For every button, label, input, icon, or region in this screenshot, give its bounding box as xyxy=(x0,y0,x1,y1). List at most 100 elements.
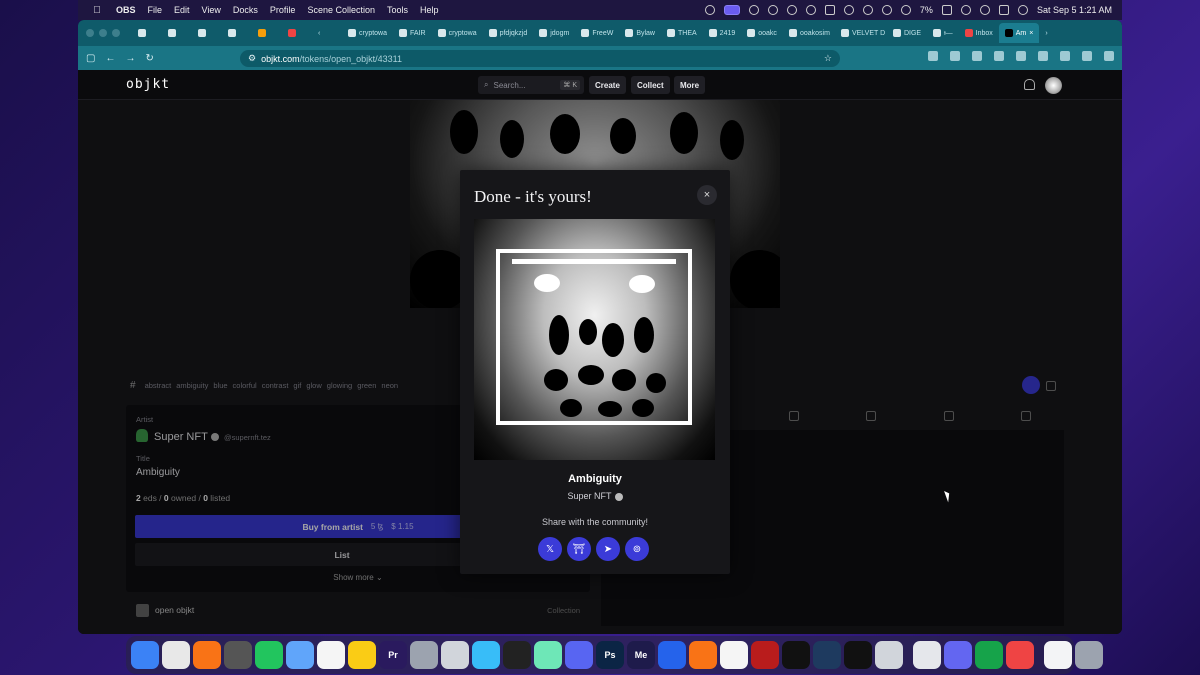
menu-app-name[interactable]: OBS xyxy=(116,5,136,15)
messages-icon[interactable] xyxy=(255,641,283,669)
browser-tab[interactable]: VELVET D xyxy=(835,23,887,43)
close-icon[interactable]: × xyxy=(697,185,717,205)
browser-tab[interactable]: cryptowa xyxy=(342,23,393,43)
browser-tab[interactable]: pfdjqkzjd xyxy=(483,23,534,43)
status-icon[interactable] xyxy=(805,5,816,15)
avatar[interactable] xyxy=(1045,77,1062,94)
preview-icon[interactable] xyxy=(286,641,314,669)
modal-token-artist[interactable]: Super NFT xyxy=(460,491,730,501)
pinned-tab[interactable] xyxy=(282,23,312,43)
launchpad-icon[interactable] xyxy=(224,641,252,669)
screen-record-icon[interactable] xyxy=(723,5,740,15)
menu-view[interactable]: View xyxy=(202,5,221,15)
finder-icon[interactable] xyxy=(131,641,159,669)
clock[interactable]: Sat Sep 5 1:21 AM xyxy=(1037,5,1112,15)
bell-icon[interactable] xyxy=(1024,79,1035,90)
menu-help[interactable]: Help xyxy=(420,5,439,15)
extension-icon[interactable] xyxy=(994,51,1004,61)
zoom-window-button[interactable] xyxy=(112,29,120,37)
menu-scene-collection[interactable]: Scene Collection xyxy=(307,5,375,15)
status-icon[interactable] xyxy=(900,5,911,15)
user-icon[interactable] xyxy=(881,5,892,15)
share-other-button[interactable]: ⊚ xyxy=(625,537,649,561)
minimize-window-button[interactable] xyxy=(99,29,107,37)
reminders-icon[interactable] xyxy=(317,641,345,669)
pinned-tab[interactable] xyxy=(252,23,282,43)
spotify-icon[interactable] xyxy=(975,641,1003,669)
sparkle-icon[interactable] xyxy=(689,641,717,669)
filezilla-icon[interactable] xyxy=(751,641,779,669)
pinned-tab[interactable] xyxy=(132,23,162,43)
close-tab-icon[interactable]: × xyxy=(1029,30,1033,37)
menu-icon[interactable] xyxy=(1104,51,1114,61)
settings-icon[interactable] xyxy=(410,641,438,669)
status-icon[interactable] xyxy=(824,5,835,15)
share-telegram-button[interactable]: ➤ xyxy=(596,537,620,561)
close-window-button[interactable] xyxy=(86,29,94,37)
browser-tab[interactable]: DIGE xyxy=(887,23,927,43)
more-button[interactable]: More xyxy=(674,76,706,94)
reload-icon[interactable]: ↻ xyxy=(145,53,153,64)
browser-tab[interactable]: Inbox xyxy=(959,23,999,43)
photoshop-icon[interactable]: Ps xyxy=(596,641,624,669)
site-logo[interactable]: objkt xyxy=(126,77,170,92)
status-icon[interactable] xyxy=(843,5,854,15)
lists-icon[interactable] xyxy=(944,641,972,669)
wifi-icon[interactable] xyxy=(960,5,971,15)
chatgpt-icon[interactable] xyxy=(720,641,748,669)
installer-icon[interactable] xyxy=(913,641,941,669)
siri-icon[interactable] xyxy=(1017,5,1028,15)
status-icon[interactable] xyxy=(704,5,715,15)
pinned-tab[interactable] xyxy=(162,23,192,43)
extension-icon[interactable] xyxy=(1038,51,1048,61)
extension-icon[interactable] xyxy=(1016,51,1026,61)
browser-tab[interactable]: jdogm xyxy=(533,23,575,43)
status-icon[interactable] xyxy=(786,5,797,15)
search-input[interactable]: ⌕ Search... ⌘ K xyxy=(478,76,584,94)
tab-scroll-left[interactable]: ‹ xyxy=(312,23,342,43)
menu-edit[interactable]: Edit xyxy=(174,5,190,15)
steam-icon[interactable] xyxy=(813,641,841,669)
activity-monitor-icon[interactable] xyxy=(844,641,872,669)
chrome-icon[interactable] xyxy=(162,641,190,669)
browser-tab[interactable]: ooakosim xyxy=(783,23,835,43)
control-center-icon[interactable] xyxy=(998,5,1009,15)
terminal-icon[interactable] xyxy=(782,641,810,669)
media-encoder-icon[interactable]: Me xyxy=(627,641,655,669)
site-info-icon[interactable]: ⚙ xyxy=(248,53,256,64)
backup-icon[interactable] xyxy=(875,641,903,669)
browser-tab[interactable]: ᵻ— xyxy=(927,23,959,43)
cloud-icon[interactable] xyxy=(748,5,759,15)
extension-icon[interactable] xyxy=(1060,51,1070,61)
status-icon[interactable] xyxy=(767,5,778,15)
apple-icon[interactable]:  xyxy=(90,5,104,16)
document-icon[interactable] xyxy=(1044,641,1072,669)
menu-docks[interactable]: Docks xyxy=(233,5,258,15)
menu-file[interactable]: File xyxy=(148,5,163,15)
extension-icon[interactable] xyxy=(972,51,982,61)
bookmark-star-icon[interactable]: ☆ xyxy=(824,53,832,64)
discord-icon[interactable] xyxy=(565,641,593,669)
extension-icon[interactable] xyxy=(950,51,960,61)
share-torii-button[interactable]: ⛩ xyxy=(567,537,591,561)
pinned-tab[interactable] xyxy=(192,23,222,43)
url-bar[interactable]: ⚙ objkt.com/tokens/open_objkt/43311 ☆ xyxy=(240,50,840,67)
menu-profile[interactable]: Profile xyxy=(270,5,296,15)
creative-cloud-icon[interactable] xyxy=(1006,641,1034,669)
premiere-icon[interactable]: Pr xyxy=(379,641,407,669)
browser-tab[interactable]: FAIR xyxy=(393,23,432,43)
vscode-icon[interactable] xyxy=(658,641,686,669)
pinned-tab[interactable] xyxy=(222,23,252,43)
obs-icon[interactable] xyxy=(503,641,531,669)
telegram-icon[interactable] xyxy=(472,641,500,669)
forward-icon[interactable]: → xyxy=(125,53,135,64)
tab-scroll-right[interactable]: › xyxy=(1039,23,1069,43)
browser-tab[interactable]: cryptowa xyxy=(432,23,483,43)
collect-button[interactable]: Collect xyxy=(631,76,670,94)
browser-tab[interactable]: THEA xyxy=(661,23,703,43)
create-button[interactable]: Create xyxy=(589,76,626,94)
firefox-icon[interactable] xyxy=(193,641,221,669)
share-x-button[interactable]: 𝕏 xyxy=(538,537,562,561)
browser-tab-active[interactable]: Am × xyxy=(998,23,1040,43)
download-icon[interactable] xyxy=(928,51,938,61)
